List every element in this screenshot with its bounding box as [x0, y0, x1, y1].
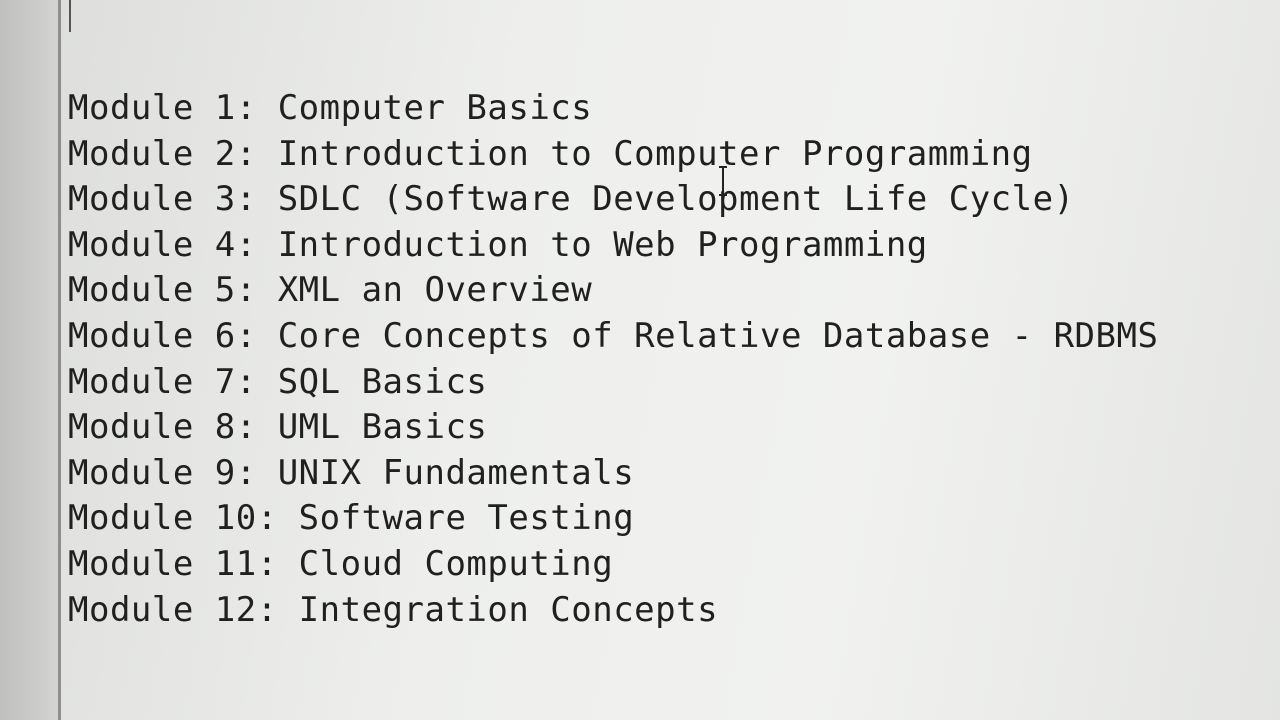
module-line-6: Module 6: Core Concepts of Relative Data… [68, 315, 1159, 356]
text-caret [69, 0, 71, 32]
module-line-2: Module 2: Introduction to Computer Progr… [68, 133, 1033, 174]
module-line-10: Module 10: Software Testing [68, 498, 635, 539]
module-line-8: Module 8: UML Basics [68, 407, 488, 448]
module-line-3: Module 3: SDLC (Software Development Lif… [68, 179, 1075, 220]
module-line-7: Module 7: SQL Basics [68, 361, 488, 402]
module-line-9: Module 9: UNIX Fundamentals [68, 452, 635, 493]
module-line-5: Module 5: XML an Overview [68, 270, 593, 311]
module-line-4: Module 4: Introduction to Web Programmin… [68, 224, 928, 265]
text-cursor-icon [719, 166, 728, 196]
module-list: Module 1: Computer Basics Module 2: Intr… [68, 86, 1158, 633]
module-line-11: Module 11: Cloud Computing [68, 543, 614, 584]
module-line-12: Module 12: Integration Concepts [68, 589, 719, 630]
module-line-1: Module 1: Computer Basics [68, 88, 593, 128]
editor-gutter [0, 0, 58, 720]
